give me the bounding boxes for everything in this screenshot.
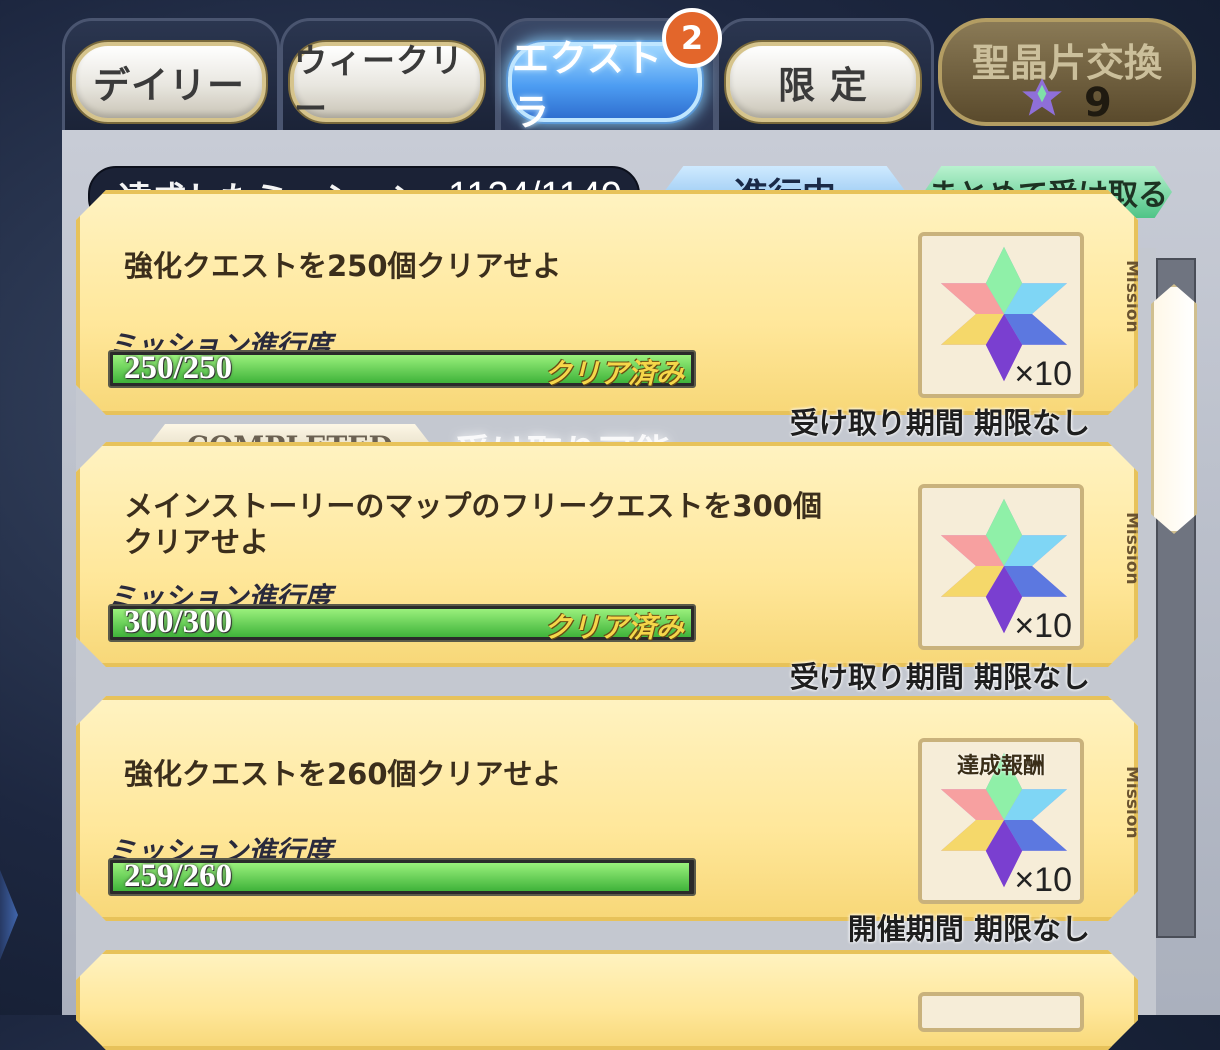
reward-quantity: ×10	[1014, 355, 1072, 393]
mission-text: 強化クエストを250個クリアせよ	[124, 249, 562, 283]
reward-box[interactable]: ×10	[918, 484, 1084, 650]
tab-weekly[interactable]: ウィークリー	[290, 41, 484, 128]
progress-bar: 259/260	[108, 858, 696, 896]
progress-value: 300/300	[124, 604, 233, 640]
notification-badge: 2	[662, 8, 722, 68]
reward-box[interactable]: ×10	[918, 232, 1084, 398]
saint-quartz-fragment-icon	[1022, 78, 1062, 116]
reward-box[interactable]: 達成報酬 ×10	[918, 738, 1084, 904]
mission-text: メインストーリーのマップのフリークエストを300個クリアせよ	[124, 489, 822, 559]
reward-period: 受け取り期間 期限なし	[789, 406, 1090, 440]
exchange-label: 聖晶片交換	[971, 41, 1162, 85]
mission-card[interactable]: 強化クエストを250個クリアせよ ミッション進行度 250/250 クリア済み …	[76, 190, 1138, 415]
reward-quantity: ×10	[1014, 607, 1072, 645]
mission-card[interactable]	[76, 950, 1138, 1050]
progress-value: 259/260	[124, 858, 233, 894]
cleared-label: クリア済み	[543, 611, 684, 644]
progress-bar: 250/250 クリア済み	[108, 350, 696, 388]
mission-card[interactable]: メインストーリーのマップのフリークエストを300個クリアせよ ミッション進行度 …	[76, 442, 1138, 667]
mission-text: 強化クエストを260個クリアせよ	[124, 757, 562, 791]
left-arrow-icon[interactable]	[0, 870, 18, 960]
reward-tag: 達成報酬	[956, 754, 1045, 779]
reward-period: 受け取り期間 期限なし	[789, 660, 1090, 694]
progress-bar: 300/300 クリア済み	[108, 604, 696, 642]
tab-daily[interactable]: デイリー	[72, 42, 266, 122]
progress-value: 250/250	[124, 350, 233, 386]
quartz-fragment-exchange-button[interactable]: 聖晶片交換 9	[938, 18, 1196, 126]
exchange-count: 9	[1084, 80, 1112, 126]
mission-card[interactable]: 強化クエストを260個クリアせよ ミッション進行度 259/260 達成報酬 ×…	[76, 696, 1138, 921]
reward-quantity: ×10	[1014, 861, 1072, 899]
tab-limited[interactable]: 限 定	[726, 42, 920, 122]
event-period: 開催期間 期限なし	[847, 912, 1090, 946]
cleared-label: クリア済み	[543, 357, 684, 390]
reward-box[interactable]	[918, 992, 1084, 1032]
scrollbar-thumb[interactable]	[1151, 284, 1197, 534]
